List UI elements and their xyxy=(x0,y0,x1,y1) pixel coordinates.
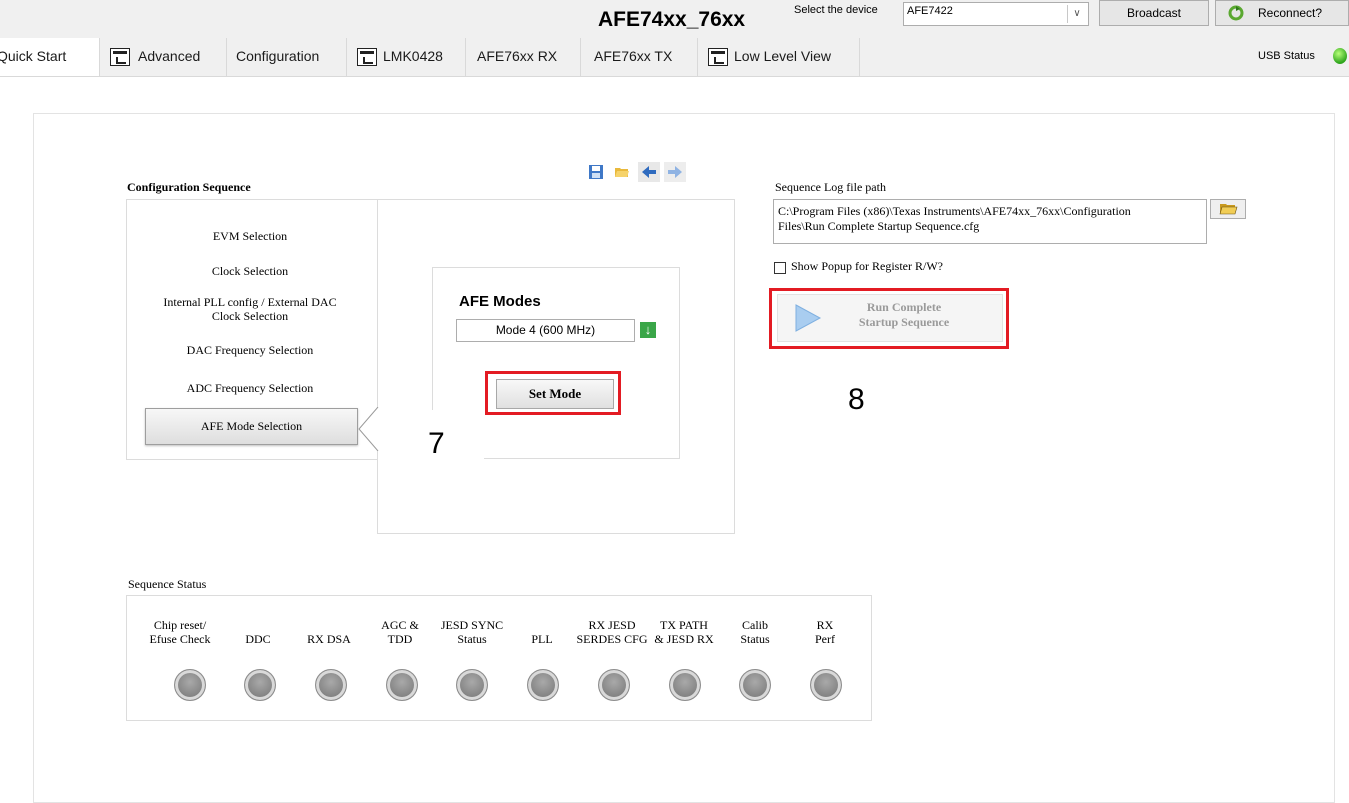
reconnect-label: Reconnect? xyxy=(1258,6,1323,20)
run-label-line: Startup Sequence xyxy=(858,315,950,329)
log-path-line: Files\Run Complete Startup Sequence.cfg xyxy=(778,219,980,233)
panel-icon xyxy=(357,48,377,66)
tab-label: AFE76xx TX xyxy=(594,48,673,64)
callout-7: 7 xyxy=(414,410,484,470)
browse-folder-button[interactable] xyxy=(1210,199,1246,219)
tab-configuration[interactable]: Configuration xyxy=(227,38,347,76)
device-select-value: AFE7422 xyxy=(907,5,953,17)
tab-label: Configuration xyxy=(236,48,320,64)
tab-label: Advanced xyxy=(138,48,201,64)
device-select[interactable]: AFE7422 ∨ xyxy=(903,2,1089,26)
tab-quick-start[interactable]: Quick Start xyxy=(0,38,100,76)
status-label-rx-perf: RX Perf xyxy=(815,618,835,646)
broadcast-button[interactable]: Broadcast xyxy=(1099,0,1209,26)
forward-arrow-icon[interactable] xyxy=(664,162,686,182)
status-indicator xyxy=(456,669,488,701)
chevron-down-icon[interactable]: ∨ xyxy=(1067,5,1086,23)
tab-lmk0428[interactable]: LMK0428 xyxy=(347,38,466,76)
tab-afe76xx-tx[interactable]: AFE76xx TX xyxy=(581,38,698,76)
tab-afe76xx-rx[interactable]: AFE76xx RX xyxy=(466,38,581,76)
status-indicator xyxy=(598,669,630,701)
show-popup-checkbox[interactable] xyxy=(774,262,786,274)
status-indicator xyxy=(739,669,771,701)
log-path-label: Sequence Log file path xyxy=(775,180,886,194)
folder-icon xyxy=(1219,204,1238,215)
tab-label: Quick Start xyxy=(0,48,67,64)
save-icon[interactable] xyxy=(588,164,604,180)
play-icon xyxy=(795,304,822,332)
status-indicator xyxy=(810,669,842,701)
log-path-line: C:\Program Files (x86)\Texas Instruments… xyxy=(778,204,1131,218)
run-complete-label: Run Complete Startup Sequence xyxy=(834,300,974,330)
panel-icon xyxy=(110,48,130,66)
reconnect-button[interactable]: Reconnect? xyxy=(1215,0,1349,26)
usb-status-indicator xyxy=(1333,48,1347,64)
tab-label: Low Level View xyxy=(734,48,832,64)
status-indicator xyxy=(315,669,347,701)
status-indicator xyxy=(527,669,559,701)
afe-modes-title: AFE Modes xyxy=(459,293,541,310)
callout-number: 7 xyxy=(428,427,445,460)
open-folder-icon[interactable] xyxy=(614,164,630,180)
status-indicator xyxy=(386,669,418,701)
status-indicator xyxy=(174,669,206,701)
step-pll-config[interactable]: Internal PLL config / External DAC Clock… xyxy=(150,295,350,323)
status-indicator xyxy=(669,669,701,701)
status-indicator xyxy=(244,669,276,701)
sequence-status-title: Sequence Status xyxy=(128,577,207,591)
callout-8: 8 xyxy=(848,383,865,416)
back-arrow-icon[interactable] xyxy=(638,162,660,182)
step-clock-selection[interactable]: Clock Selection xyxy=(140,264,360,278)
log-path-field[interactable]: C:\Program Files (x86)\Texas Instruments… xyxy=(773,199,1207,244)
app-title: AFE74xx_76xx xyxy=(598,8,746,31)
tab-label: LMK0428 xyxy=(383,48,443,64)
tab-low-level-view[interactable]: Low Level View xyxy=(698,38,860,76)
list-panel-icon xyxy=(708,48,728,66)
step-evm-selection[interactable]: EVM Selection xyxy=(140,229,360,243)
sequence-status-panel xyxy=(126,595,872,721)
show-popup-label: Show Popup for Register R/W? xyxy=(791,259,943,273)
tab-label: AFE76xx RX xyxy=(477,48,558,64)
selection-pointer xyxy=(358,407,379,451)
configuration-sequence-title: Configuration Sequence xyxy=(127,180,251,194)
step-adc-frequency[interactable]: ADC Frequency Selection xyxy=(140,381,360,395)
usb-status-label: USB Status xyxy=(1258,50,1315,62)
refresh-icon xyxy=(1228,5,1244,21)
device-select-label: Select the device xyxy=(794,4,878,16)
afe-mode-field[interactable]: Mode 4 (600 MHz) xyxy=(456,319,635,342)
set-mode-button[interactable]: Set Mode xyxy=(496,379,614,409)
download-arrow-icon[interactable]: ↓ xyxy=(640,322,656,338)
tab-advanced[interactable]: Advanced xyxy=(100,38,227,76)
run-label-line: Run Complete xyxy=(866,300,942,314)
step-afe-mode-selection[interactable]: AFE Mode Selection xyxy=(145,408,358,445)
step-dac-frequency[interactable]: DAC Frequency Selection xyxy=(140,343,360,357)
status-label-chip-reset: Chip reset/Efuse Check xyxy=(149,618,211,646)
